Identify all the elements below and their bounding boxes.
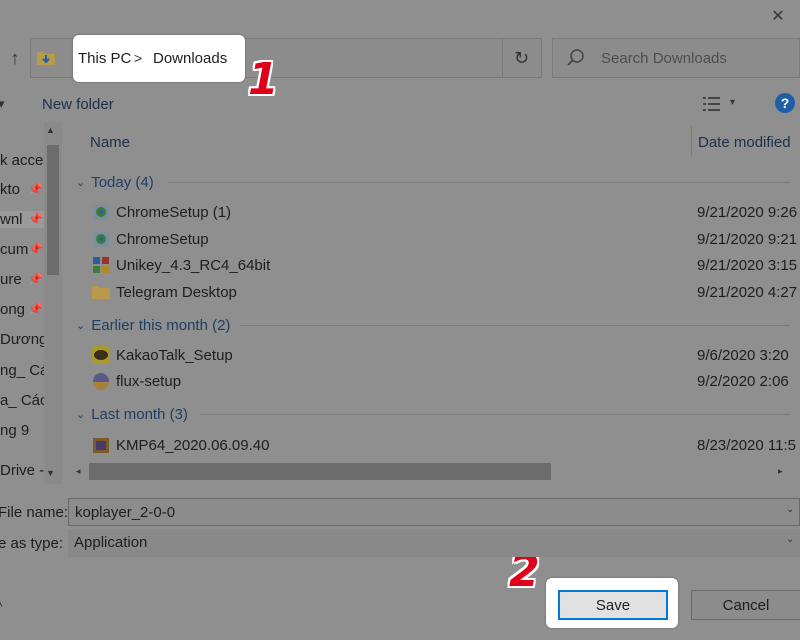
- file-name: KakaoTalk_Setup: [116, 347, 233, 364]
- pin-icon: 📌: [28, 242, 43, 256]
- scroll-down-icon[interactable]: ▼: [46, 468, 55, 478]
- group-label: Today (4): [91, 174, 154, 191]
- breadcrumb-downloads[interactable]: Downloads: [153, 50, 227, 67]
- chevron-down-icon[interactable]: ⌄: [786, 534, 794, 545]
- file-date: 9/21/2020 3:15: [697, 257, 798, 274]
- file-date: 9/21/2020 9:26: [697, 204, 798, 221]
- save-button[interactable]: Save: [558, 590, 668, 620]
- group-divider: [168, 182, 790, 183]
- file-row[interactable]: flux-setup 9/2/2020 2:06: [88, 369, 800, 395]
- up-arrow-button[interactable]: ↑: [5, 48, 25, 68]
- help-icon[interactable]: ?: [775, 93, 795, 113]
- group-header-earlier-this-month[interactable]: ⌄ Earlier this month (2): [76, 317, 230, 334]
- chevron-down-icon: ⌄: [76, 409, 86, 421]
- file-row[interactable]: KakaoTalk_Setup 9/6/2020 3:20: [88, 343, 800, 369]
- scroll-left-icon[interactable]: ◂: [76, 466, 81, 477]
- column-divider[interactable]: [691, 126, 692, 156]
- chevron-down-icon: ⌄: [76, 320, 86, 332]
- group-divider: [200, 414, 790, 415]
- kakaotalk-icon: [91, 345, 111, 365]
- file-name: ChromeSetup (1): [116, 204, 232, 221]
- chevron-down-icon[interactable]: ⌄: [786, 504, 794, 515]
- pin-icon: 📌: [28, 302, 43, 316]
- file-row[interactable]: Telegram Desktop 9/21/2020 4:27: [88, 280, 800, 306]
- scroll-right-icon[interactable]: ▸: [778, 466, 783, 477]
- file-date: 9/21/2020 4:27: [697, 284, 798, 301]
- group-header-today[interactable]: ⌄ Today (4): [76, 174, 154, 191]
- file-name: flux-setup: [116, 373, 182, 390]
- save-as-type-select[interactable]: Application: [68, 529, 800, 557]
- hide-folders-icon[interactable]: ^: [0, 598, 3, 614]
- chevron-down-icon: ⌄: [76, 177, 86, 189]
- horizontal-scroll-thumb[interactable]: [89, 463, 551, 480]
- flux-icon: [91, 371, 111, 391]
- scroll-up-icon[interactable]: ▲: [46, 125, 55, 135]
- close-button[interactable]: ✕: [756, 0, 800, 32]
- breadcrumb-chevron-icon[interactable]: >: [134, 50, 142, 66]
- left-pane-scroll-thumb[interactable]: [47, 145, 59, 275]
- file-name-label: File name:: [0, 504, 69, 521]
- file-row[interactable]: ChromeSetup 9/21/2020 9:21: [88, 227, 800, 253]
- group-label: Last month (3): [91, 406, 188, 423]
- file-name: KMP64_2020.06.09.40: [116, 437, 270, 454]
- up-arrow-icon: ↑: [10, 47, 20, 68]
- group-label: Earlier this month (2): [91, 317, 231, 334]
- column-header-date-modified[interactable]: Date modified: [698, 134, 791, 151]
- refresh-button[interactable]: ↻: [502, 39, 540, 77]
- kmplayer-icon: [91, 435, 111, 455]
- folder-icon: [91, 282, 111, 302]
- breadcrumb-this-pc[interactable]: This PC: [78, 50, 131, 67]
- file-name-input[interactable]: koplayer_2-0-0: [68, 498, 800, 526]
- close-icon: ✕: [771, 8, 785, 25]
- file-name: Telegram Desktop: [116, 284, 237, 301]
- chrome-setup-icon: [91, 202, 111, 222]
- file-row[interactable]: KMP64_2020.06.09.40 8/23/2020 11:5: [88, 433, 800, 459]
- callout-number-1: 1: [248, 54, 279, 105]
- pin-icon: 📌: [28, 272, 43, 286]
- file-name: Unikey_4.3_RC4_64bit: [116, 257, 271, 274]
- file-date: 8/23/2020 11:5: [697, 437, 796, 454]
- organize-dropdown-icon[interactable]: ▾: [0, 96, 5, 112]
- group-divider: [240, 325, 790, 326]
- pin-icon: 📌: [28, 182, 43, 196]
- file-row[interactable]: ChromeSetup (1) 9/21/2020 9:26: [88, 200, 800, 226]
- search-icon: [566, 48, 586, 68]
- group-header-last-month[interactable]: ⌄ Last month (3): [76, 406, 188, 423]
- view-options-icon[interactable]: [702, 95, 722, 113]
- file-date: 9/2/2020 2:06: [697, 373, 789, 390]
- save-as-type-label: e as type:: [0, 535, 64, 552]
- column-header-name[interactable]: Name: [90, 134, 130, 151]
- file-row[interactable]: Unikey_4.3_RC4_64bit 9/21/2020 3:15: [88, 253, 800, 279]
- file-date: 9/21/2020 9:21: [697, 231, 798, 248]
- refresh-icon: ↻: [513, 47, 530, 68]
- new-folder-button[interactable]: New folder: [42, 96, 114, 113]
- downloads-folder-icon: [36, 48, 56, 68]
- chrome-setup-icon: [91, 229, 111, 249]
- unikey-icon: [91, 255, 111, 275]
- file-date: 9/6/2020 3:20: [697, 347, 789, 364]
- pin-icon: 📌: [28, 212, 43, 226]
- view-dropdown-icon[interactable]: ▾: [730, 97, 735, 108]
- cancel-button[interactable]: Cancel: [691, 590, 800, 620]
- file-name: ChromeSetup: [116, 231, 209, 248]
- search-placeholder: Search Downloads: [601, 50, 727, 67]
